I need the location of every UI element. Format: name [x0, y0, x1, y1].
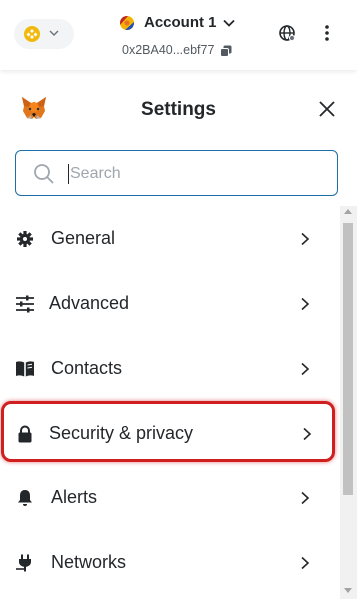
- account-name: Account 1: [144, 14, 217, 31]
- network-selector[interactable]: [14, 19, 74, 49]
- menu-item-contacts[interactable]: Contacts: [0, 340, 338, 398]
- chevron-right-icon: [301, 232, 310, 246]
- chevron-right-icon: [301, 556, 310, 570]
- menu-item-label: Security & privacy: [49, 423, 194, 443]
- more-options-icon[interactable]: [319, 24, 335, 42]
- search-input[interactable]: [68, 159, 322, 189]
- chevron-right-icon: [301, 491, 310, 505]
- app-header: Account 1 0x2BA40...ebf77: [0, 0, 357, 70]
- page-title: Settings: [141, 99, 216, 120]
- search-field[interactable]: [15, 150, 338, 196]
- gear-icon: [17, 231, 33, 247]
- settings-menu: General Advanced Contacts Security & pri…: [0, 206, 338, 599]
- menu-item-label: General: [51, 228, 116, 248]
- copy-icon[interactable]: [220, 45, 232, 57]
- menu-item-general[interactable]: General: [0, 210, 338, 268]
- account-menu[interactable]: Account 1 0x2BA40...ebf77: [118, 12, 258, 62]
- scrollbar-thumb[interactable]: [343, 223, 353, 495]
- chevron-down-icon: [223, 19, 235, 27]
- book-icon: [16, 361, 34, 377]
- account-address[interactable]: 0x2BA40...ebf77: [122, 43, 214, 57]
- chevron-right-icon: [301, 297, 310, 311]
- menu-item-label: Advanced: [49, 293, 130, 313]
- sliders-icon: [16, 295, 34, 313]
- bnb-chain-icon: [24, 26, 40, 42]
- menu-item-advanced[interactable]: Advanced: [0, 275, 338, 333]
- search-icon: [34, 164, 54, 184]
- chevron-down-icon: [49, 30, 59, 36]
- scrollbar[interactable]: [340, 206, 357, 599]
- scroll-down-arrow-icon[interactable]: [344, 588, 352, 593]
- scroll-up-arrow-icon[interactable]: [344, 209, 352, 214]
- menu-item-label: Alerts: [51, 487, 98, 507]
- lock-icon: [18, 425, 32, 443]
- settings-header: Settings: [0, 90, 357, 130]
- menu-item-alerts[interactable]: Alerts: [0, 469, 338, 527]
- globe-icon[interactable]: [278, 24, 296, 42]
- close-icon[interactable]: [318, 100, 336, 118]
- chevron-right-icon: [301, 362, 310, 376]
- menu-item-label: Networks: [51, 552, 127, 572]
- account-avatar: [120, 16, 134, 30]
- menu-item-networks[interactable]: Networks: [0, 534, 338, 592]
- chevron-right-icon: [303, 427, 312, 441]
- bell-icon: [18, 490, 32, 506]
- menu-item-label: Contacts: [51, 358, 123, 378]
- menu-item-security-privacy[interactable]: Security & privacy: [0, 405, 338, 463]
- plug-icon: [16, 554, 31, 572]
